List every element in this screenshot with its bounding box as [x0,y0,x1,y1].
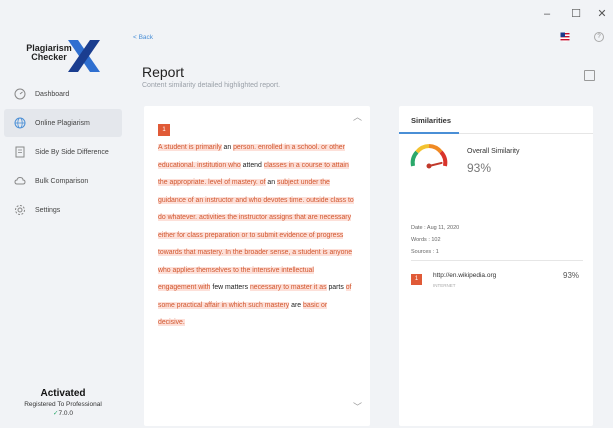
source-url[interactable]: http://en.wikipedia.org [433,272,496,279]
plain-text: few matters [210,284,250,291]
source-row-badge: 1 [411,274,422,285]
source-count: Sources : 1 [411,249,439,255]
source-badge: 1 [158,124,170,136]
cloud-icon [14,175,26,187]
dashboard-gauge-icon [14,88,26,100]
highlighted-text: necessary to master it as [249,284,327,291]
sidebar-item-side-by-side[interactable]: Side By Side Difference [4,138,122,166]
sidebar: Plagiarism Checker Dashboard Online Plag… [0,28,126,428]
highlighted-text: subject under the guidance of an instruc… [158,179,354,291]
sidebar-item-label: Online Plagiarism [35,119,90,127]
us-flag-icon[interactable] [560,32,570,42]
report-date: Date : Aug 11, 2020 [411,225,460,231]
highlighted-text: A student is primarily [158,144,222,151]
minimize-button[interactable]: – [537,6,557,22]
tab-similarities[interactable]: Similarities [411,116,451,125]
sidebar-item-label: Dashboard [35,90,70,98]
sidebar-item-settings[interactable]: Settings [4,196,122,224]
registered-text: Registered To Professional [24,401,102,408]
title-bar: – ☐ ✕ [0,0,613,28]
activated-title: Activated [40,388,86,399]
sidebar-item-label: Settings [35,206,61,214]
back-link[interactable]: < Back [133,34,153,41]
gear-icon [14,204,26,216]
chevron-up-icon[interactable]: ︿ [353,110,362,123]
page-title: Report [142,64,185,80]
sidebar-item-label: Side By Side Difference [35,148,109,156]
overall-similarity-label: Overall Similarity [467,148,520,155]
plain-text: attend [240,161,264,169]
license-status: Activated Registered To Professional ✓7.… [0,388,126,417]
sidebar-item-bulk-comparison[interactable]: Bulk Comparison [4,167,122,195]
source-percent: 93% [563,271,580,280]
sidebar-item-dashboard[interactable]: Dashboard [4,80,122,108]
report-panel[interactable]: ︿ 1 A student is primarily an person. en… [144,106,370,426]
maximize-button[interactable]: ☐ [566,6,586,22]
page-subtitle: Content similarity detailed highlighted … [142,82,281,89]
version-text: ✓7.0.0 [0,409,126,417]
logo-x-icon [68,40,100,72]
sources-divider [411,260,583,261]
similarity-gauge-icon [410,144,448,169]
help-icon[interactable]: ? [594,32,604,42]
plain-text: are [289,301,304,309]
report-text: A student is primarily an person. enroll… [158,139,354,332]
plain-text: an [221,144,234,151]
close-button[interactable]: ✕ [592,6,612,22]
overall-similarity-value: 93% [467,161,492,175]
plain-text: parts [326,284,346,291]
main-area: < Back ? Report Content similarity detai… [126,28,613,428]
sidebar-item-online-plagiarism[interactable]: Online Plagiarism [4,109,122,137]
document-icon [14,146,26,158]
chevron-down-icon[interactable]: ﹀ [353,400,362,413]
export-icon[interactable] [584,70,595,81]
source-type: INTERNET [433,283,456,288]
plain-text: an [265,179,277,186]
similarities-panel: Similarities Overall Similarity 93% Date… [399,106,593,426]
globe-icon [14,117,26,129]
sidebar-item-label: Bulk Comparison [35,177,89,185]
word-count: Words : 102 [411,237,441,243]
version-number: 7.0.0 [58,410,73,417]
active-tab-indicator [399,132,459,134]
tab-divider [459,133,593,134]
app-logo: Plagiarism Checker [22,38,102,74]
